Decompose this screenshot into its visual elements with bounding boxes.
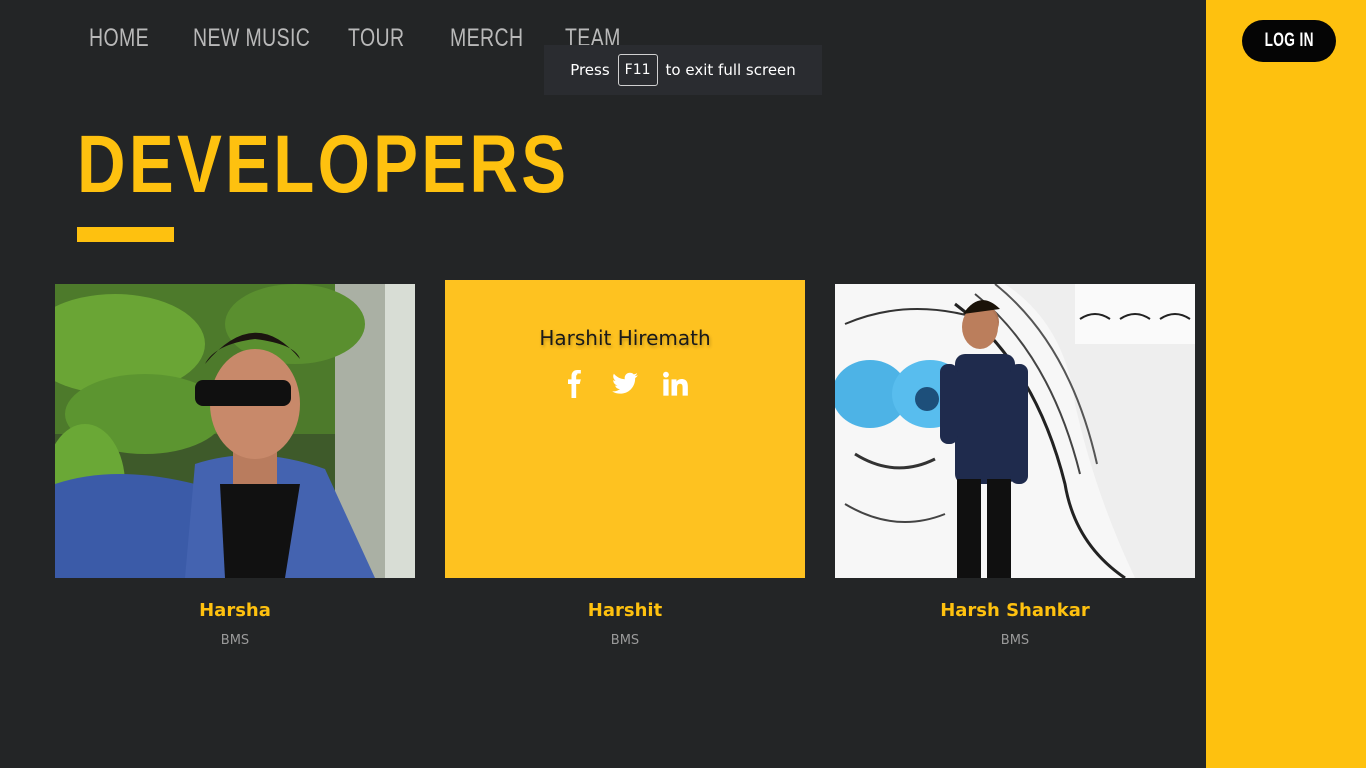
twitter-icon[interactable]	[611, 370, 639, 398]
toast-key: F11	[617, 54, 658, 86]
nav-home[interactable]: HOME	[89, 24, 149, 53]
team-photo	[55, 284, 415, 578]
member-name: Harshit	[587, 600, 663, 621]
title-underline	[77, 227, 174, 242]
right-sidebar: LOG IN	[1206, 0, 1366, 768]
nav-merch[interactable]: MERCH	[450, 24, 523, 53]
team-card[interactable]: Harsha BMS	[55, 284, 415, 648]
main-area: HOME NEW MUSIC TOUR MERCH TEAM Press F11…	[0, 0, 1206, 768]
member-name: Harsha	[199, 600, 271, 621]
toast-prefix: Press	[570, 61, 610, 79]
page-title: DEVELOPERS	[77, 119, 570, 210]
card-hover-overlay: Harshit Hiremath	[445, 280, 805, 578]
fullscreen-toast: Press F11 to exit full screen	[544, 45, 822, 95]
nav-new-music[interactable]: NEW MUSIC	[193, 24, 310, 53]
overlay-name: Harshit Hiremath	[539, 326, 711, 350]
team-photo	[835, 284, 1195, 578]
login-button[interactable]: LOG IN	[1242, 20, 1336, 62]
linkedin-icon[interactable]	[661, 370, 689, 398]
nav-tour[interactable]: TOUR	[348, 24, 404, 53]
login-label: LOG IN	[1264, 30, 1314, 51]
team-card[interactable]: Harshit Hiremath Harshit BMS	[445, 280, 805, 648]
member-org: BMS	[610, 633, 640, 648]
person-photo-harsh-shankar	[835, 284, 1195, 578]
member-name: Harsh Shankar	[940, 600, 1090, 621]
team-card[interactable]: Harsh Shankar BMS	[835, 284, 1195, 648]
toast-suffix: to exit full screen	[665, 61, 796, 79]
social-links	[445, 370, 805, 398]
facebook-icon[interactable]	[561, 370, 589, 398]
member-org: BMS	[220, 633, 250, 648]
team-photo: Harshit Hiremath	[445, 280, 805, 578]
member-org: BMS	[1000, 633, 1030, 648]
person-photo-harsha	[55, 284, 415, 578]
